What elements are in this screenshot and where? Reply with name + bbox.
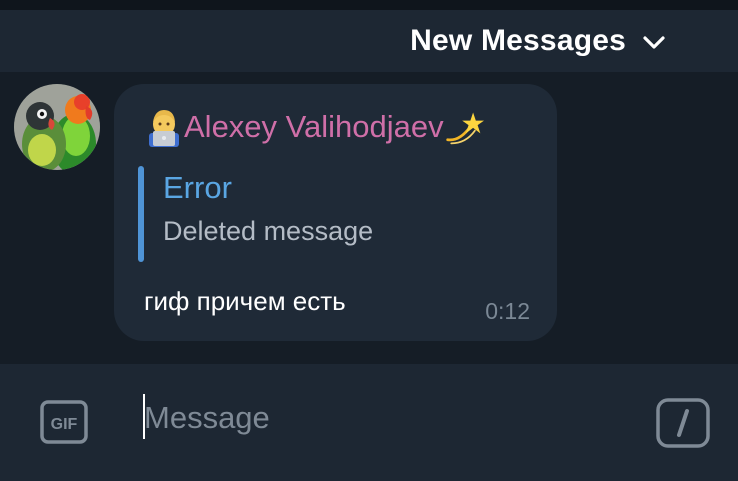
parrot-avatar-icon (14, 84, 100, 170)
reply-title: Error (163, 170, 232, 205)
message-input[interactable] (144, 396, 624, 440)
new-messages-label: New Messages (410, 24, 626, 57)
message-text: гиф причем есть (144, 286, 346, 316)
sender-name[interactable]: Alexey Valihodjaev (144, 102, 484, 152)
sender-name-text: Alexey Valihodjaev (184, 109, 444, 144)
dizzy-emoji-icon (445, 112, 484, 145)
gif-icon[interactable]: GIF (40, 400, 88, 444)
message-composer: GIF (0, 364, 738, 481)
reply-accent-bar (138, 166, 144, 262)
technologist-emoji-icon (149, 110, 179, 147)
avatar[interactable] (14, 84, 100, 170)
reply-text: Deleted message (163, 216, 374, 246)
message-bubble[interactable]: Alexey Valihodjaev Error Deleted message… (114, 84, 557, 341)
new-messages-banner[interactable]: New Messages (0, 10, 738, 72)
message-time: 0:12 (485, 298, 530, 324)
slash-commands-icon[interactable] (656, 398, 710, 448)
reply-preview[interactable]: Error Deleted message (138, 166, 533, 262)
chevron-down-icon (643, 36, 665, 49)
top-strip (0, 0, 738, 10)
svg-text:GIF: GIF (51, 416, 78, 433)
